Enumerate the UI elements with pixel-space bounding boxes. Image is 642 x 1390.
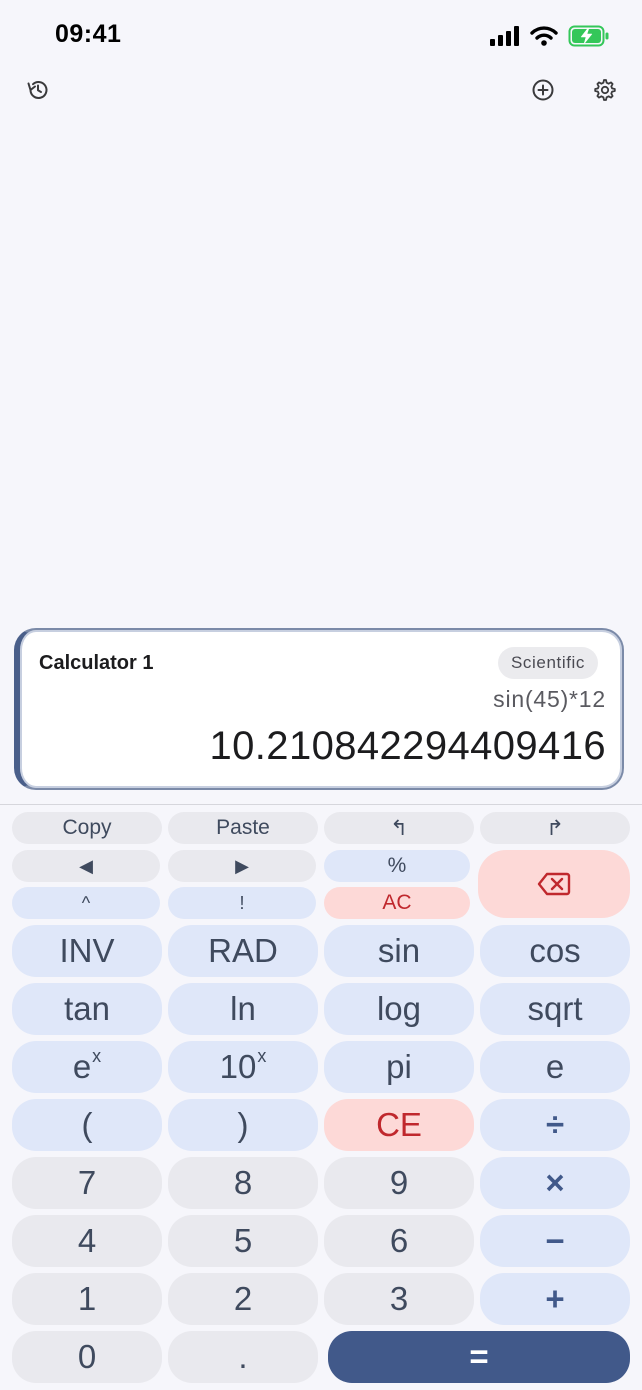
calculator-screen: 09:41 Calculator 1 Scientific sin(45)*12… [0,0,642,1390]
status-time: 09:41 [55,20,122,48]
digit-9-button[interactable]: 9 [324,1157,474,1209]
cellular-signal-icon [490,26,519,46]
digit-2-button[interactable]: 2 [168,1273,318,1325]
divide-button[interactable]: ÷ [480,1099,630,1151]
percent-button[interactable]: % [324,850,470,882]
decimal-button[interactable]: . [168,1331,318,1383]
inv-button[interactable]: INV [12,925,162,977]
expression-display[interactable]: sin(45)*12 [493,686,606,713]
digit-8-button[interactable]: 8 [168,1157,318,1209]
factorial-button[interactable]: ! [168,887,316,919]
history-icon [27,81,48,99]
digit-5-button[interactable]: 5 [168,1215,318,1267]
digit-7-button[interactable]: 7 [12,1157,162,1209]
status-icons [490,24,610,48]
all-clear-button[interactable]: AC [324,887,470,919]
calculator-title: Calculator 1 [39,652,154,674]
cos-button[interactable]: cos [480,925,630,977]
copy-button[interactable]: Copy [12,812,162,844]
ln-button[interactable]: ln [168,983,318,1035]
add-calculator-button[interactable] [521,68,565,112]
backspace-icon [537,872,571,896]
settings-button[interactable] [583,68,627,112]
cursor-left-button[interactable]: ◀ [12,850,160,882]
ten-power-button[interactable]: 10 x [168,1041,318,1093]
gear-icon [594,79,616,101]
plus-button[interactable]: + [480,1273,630,1325]
status-bar: 09:41 [0,0,642,70]
digit-4-button[interactable]: 4 [12,1215,162,1267]
digit-1-button[interactable]: 1 [12,1273,162,1325]
log-button[interactable]: log [324,983,474,1035]
mode-badge[interactable]: Scientific [497,647,598,679]
backspace-button[interactable] [478,850,630,918]
rad-button[interactable]: RAD [168,925,318,977]
power-button[interactable]: ^ [12,887,160,919]
sqrt-button[interactable]: sqrt [480,983,630,1035]
battery-charging-icon [568,25,609,47]
exp-button[interactable]: ex [12,1041,162,1093]
wifi-icon [530,26,558,46]
ten-superscript: x [257,1045,267,1066]
open-paren-button[interactable]: ( [12,1099,162,1151]
paste-button[interactable]: Paste [168,812,318,844]
clear-entry-button[interactable]: CE [324,1099,474,1151]
ten-base-label: 10 [219,1048,257,1085]
minus-button[interactable]: − [480,1215,630,1267]
digit-6-button[interactable]: 6 [324,1215,474,1267]
digit-0-button[interactable]: 0 [12,1331,162,1383]
cursor-right-button[interactable]: ▶ [168,850,316,882]
add-circle-icon [532,79,554,101]
multiply-button[interactable]: × [480,1157,630,1209]
tan-button[interactable]: tan [12,983,162,1035]
exp-superscript: x [92,1045,102,1066]
undo-button[interactable]: ↰ [324,812,474,844]
pi-button[interactable]: pi [324,1041,474,1093]
keypad-divider [0,804,642,805]
exp-base-label: e [72,1048,92,1085]
result-display[interactable]: 10.210842294409416 [210,724,607,769]
e-constant-button[interactable]: e [480,1041,630,1093]
redo-button[interactable]: ↱ [480,812,630,844]
sin-button[interactable]: sin [324,925,474,977]
history-button[interactable] [16,68,60,112]
calculator-card[interactable]: Calculator 1 Scientific sin(45)*12 10.21… [14,628,624,790]
digit-3-button[interactable]: 3 [324,1273,474,1325]
equals-button[interactable]: = [328,1331,630,1383]
close-paren-button[interactable]: ) [168,1099,318,1151]
